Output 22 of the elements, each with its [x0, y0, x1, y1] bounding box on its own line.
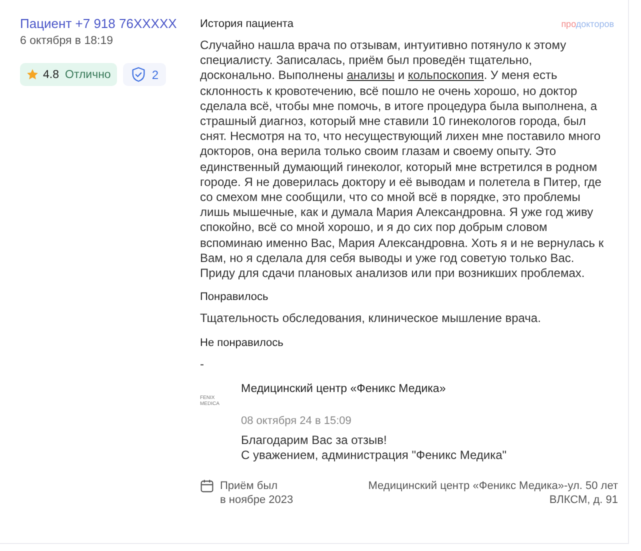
clinic-name: Медицинский центр «Феникс Медика» — [241, 383, 447, 396]
link[interactable]: анализы — [346, 68, 394, 82]
clinic-address: Медицинский центр «Феникс Медика»-ул. 50 лет ВЛКСМ, д. 91 — [368, 479, 618, 508]
brand-logo: продокторов — [561, 19, 614, 29]
shield-check-icon — [130, 66, 147, 83]
star-icon — [26, 68, 39, 81]
reply-date: 08 октября 24 в 15:09 — [241, 415, 352, 428]
verified-count: 2 — [152, 68, 159, 82]
section-title: Не понравилось — [200, 337, 284, 350]
visit-date: Приём был в ноябре 2023 — [220, 479, 294, 508]
calendar-icon — [200, 479, 214, 494]
reply-text: Благодарим Вас за отзыв! С уважением, администрация "Феникс Медика" — [241, 433, 507, 464]
section-title: Понравилось — [200, 291, 270, 304]
author-link[interactable]: Пациент +7 918 76XXXXX — [20, 16, 200, 31]
link[interactable]: кольпоскопия — [408, 68, 484, 82]
rating-label: Отлично — [65, 68, 111, 80]
rating-value: 4.8 — [43, 68, 59, 80]
disliked-text: - — [200, 357, 205, 372]
review-date: 6 октября в 18:19 — [20, 35, 114, 47]
liked-text: Тщательность обследования, клиническое мышление врача. — [200, 311, 542, 326]
review-text: Случайно нашла врача по отзывам, интуитивно потянуло к этому специалисту. Записалась, приём был проведён тщательно, досконально. Выполнены анализы и кольпоскопия. У меня есть склонность к кровотечению, всё пошло не очень хорошо, но доктор сделала всё, чтобы мне помочь, в итоге процедура была выполнена, а страшный диагноз, который мне ставили 10 гинекологов города, был снят. Несмотря на то, что несуществующий лихен мне поставило много докторов, она верила только своим глазам и своему опыту. Это единственный думающий гинеколог, который мне встретился в родном городе. Я не доверилась доктору и её выводам и полетела в Питер, где со смехом мне сообщили, что со мной всё в порядке, это проблемы лишь мышечные, как и думала Мария Александровна. Я уже год живу спокойно, всё со мной хорошо, и я до сих пор добрым словом вспоминаю именно Вас, Мария Александровна. Хоть я и не вернулась к Вам, но я сделала для себя выводы и уже год советую только Вас. Приду для сдачи плановых анализов или при возникших проблемах. — [200, 38, 605, 282]
section-title: История пациента — [200, 18, 294, 30]
